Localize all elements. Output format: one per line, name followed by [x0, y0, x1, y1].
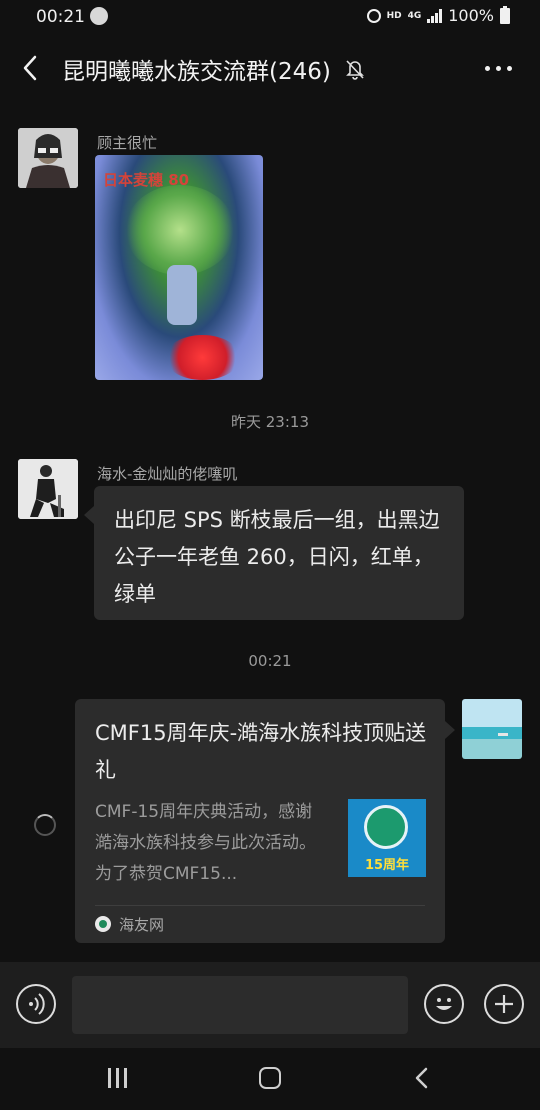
plus-icon — [495, 995, 513, 1013]
card-thumbnail: 15周年 — [348, 799, 426, 877]
message-input[interactable] — [72, 976, 408, 1034]
battery-icon — [500, 5, 510, 24]
input-bar — [0, 962, 540, 1048]
card-source: 海友网 — [119, 916, 165, 934]
voice-button[interactable] — [16, 984, 56, 1024]
avatar-beach-icon — [462, 699, 522, 759]
image-caption: 日本麦穗 80 — [103, 171, 190, 189]
mute-icon — [346, 60, 364, 80]
signal-icon — [427, 8, 443, 23]
nav-home-icon[interactable] — [259, 1067, 281, 1089]
nav-back-icon[interactable] — [410, 1066, 434, 1090]
avatar[interactable] — [18, 128, 78, 188]
text-message[interactable]: 出印尼 SPS 断枝最后一组，出黑边公子一年老鱼 260，日闪，红单，绿单 — [84, 486, 464, 620]
sender-name: 海水-金灿灿的佬噻叽 — [97, 465, 238, 483]
more-icon[interactable] — [485, 66, 512, 71]
thumbnail-text: 15周年 — [364, 858, 410, 873]
battery-percent: 100% — [448, 6, 494, 25]
emoji-icon — [436, 998, 452, 1010]
divider — [95, 905, 425, 906]
sender-name: 顾主很忙 — [97, 134, 158, 152]
source-logo-icon — [95, 916, 111, 932]
status-icons: HD 4G 100% — [366, 5, 510, 25]
chat-header: 昆明曦曦水族交流群(246) — [0, 36, 540, 100]
back-icon[interactable] — [20, 54, 40, 82]
status-bar: 00:21 HD 4G 100% — [0, 0, 540, 34]
fish-logo-icon — [364, 805, 408, 849]
voice-icon — [29, 993, 45, 1015]
system-nav-bar — [0, 1048, 540, 1110]
hd-indicator: HD — [386, 10, 402, 21]
avatar[interactable] — [18, 459, 78, 519]
image-message[interactable]: 日本麦穗 80 — [95, 155, 263, 380]
coral-image — [125, 185, 235, 275]
sending-spinner-icon — [34, 814, 56, 836]
time-separator: 昨天 23:13 — [231, 413, 309, 431]
chat-title: 昆明曦曦水族交流群(246) — [62, 59, 331, 85]
link-card-message[interactable]: CMF15周年庆-澔海水族科技顶贴送礼 CMF-15周年庆典活动，感谢澔海水族科… — [75, 699, 455, 943]
avatar-person-icon — [18, 459, 78, 519]
red-coral — [165, 335, 240, 380]
network-type: 4G — [407, 10, 422, 21]
my-avatar[interactable] — [462, 699, 522, 759]
nav-recent-icon[interactable] — [108, 1068, 127, 1088]
wechat-notification-icon — [90, 7, 108, 25]
card-description: CMF-15周年庆典活动，感谢澔海水族科技参与此次活动。为了恭贺CMF15... — [95, 802, 316, 884]
emoji-button[interactable] — [424, 984, 464, 1024]
plus-button[interactable] — [484, 984, 524, 1024]
card-title: CMF15周年庆-澔海水族科技顶贴送礼 — [95, 721, 427, 782]
time-separator: 00:21 — [248, 652, 292, 670]
alarm-icon — [366, 8, 381, 23]
status-time: 00:21 — [36, 7, 85, 27]
coral-stem — [167, 265, 197, 325]
avatar-person-icon — [18, 128, 78, 188]
